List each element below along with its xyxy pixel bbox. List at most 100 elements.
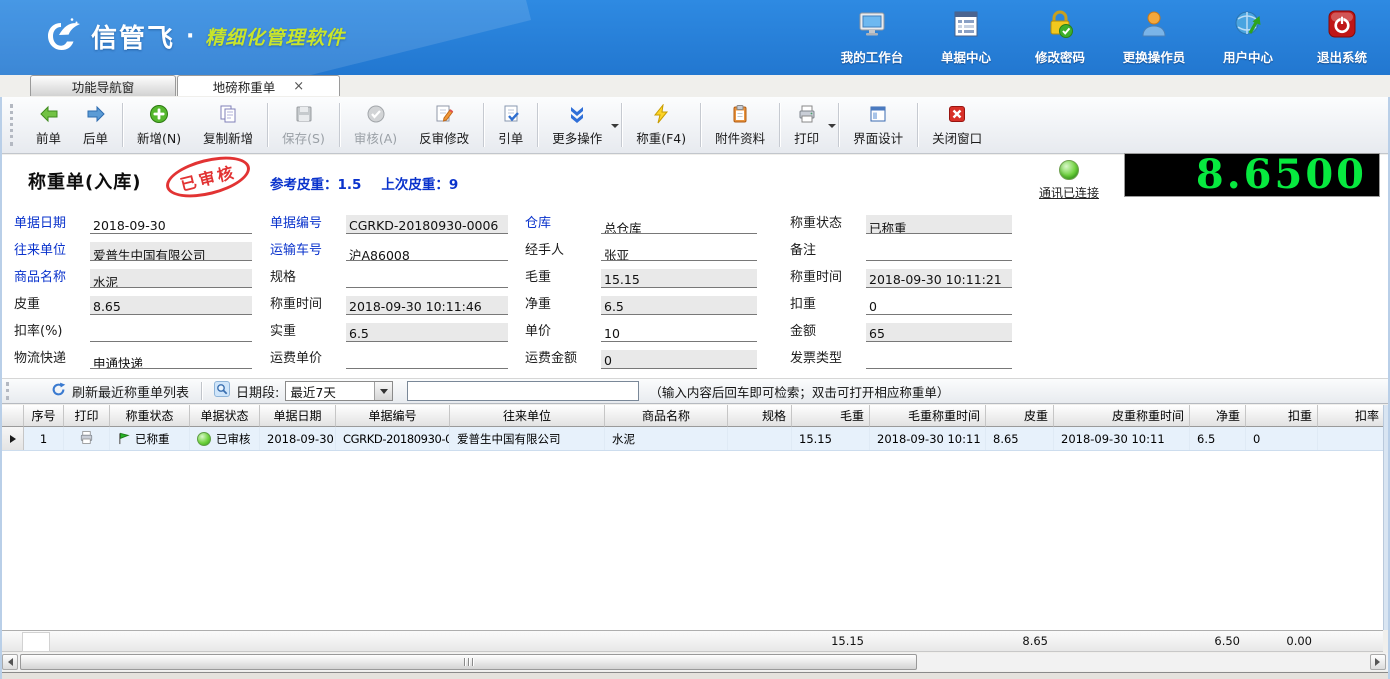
save-floppy-icon (294, 103, 314, 125)
field-label: 称重时间 (790, 270, 843, 285)
column-header[interactable]: 称重状态 (110, 405, 190, 427)
column-header[interactable]: 扣重 (1246, 405, 1318, 427)
field-label: 扣重 (790, 297, 817, 312)
column-header[interactable]: 皮重 (986, 405, 1054, 427)
deduct-weight-field[interactable]: 0 (866, 296, 1012, 315)
tab-label: 地磅称重单 (212, 79, 276, 95)
date-range-select[interactable]: 最近7天 (285, 381, 394, 401)
toolbar-separator (621, 103, 623, 147)
scrollbar-thumb[interactable] (20, 654, 917, 670)
tare-field: 8.65 (90, 296, 252, 315)
truck-number-field[interactable]: 沪A86008 (346, 242, 508, 261)
ui-design-button[interactable]: 界面设计 (842, 100, 914, 150)
prev-doc-button[interactable]: 前单 (25, 100, 72, 150)
unit-price-field[interactable]: 10 (601, 323, 757, 342)
column-header[interactable]: 打印 (64, 405, 110, 427)
tab-close-icon[interactable]: × (293, 80, 304, 93)
scroll-left-button[interactable] (2, 654, 18, 670)
warehouse-field[interactable]: 总仓库 (601, 215, 757, 234)
product-field: 水泥 (90, 269, 252, 288)
printer-icon (79, 430, 94, 448)
spec-field[interactable] (346, 269, 508, 288)
copy-new-button[interactable]: 复制新增 (192, 100, 264, 150)
header-menu-exit-system[interactable]: 退出系统 (1310, 9, 1374, 66)
search-icon (214, 381, 231, 401)
audit-button[interactable]: 审核(A) (343, 100, 408, 150)
column-header[interactable]: 单据编号 (336, 405, 450, 427)
tare-weigh-time-field: 2018-09-30 10:11:46 (346, 296, 508, 315)
scroll-right-button[interactable] (1370, 654, 1386, 670)
column-header[interactable]: 序号 (24, 405, 64, 427)
cell-net: 6.5 (1190, 427, 1246, 450)
reverse-audit-button[interactable]: 反审修改 (408, 100, 480, 150)
header-menu-doc-center[interactable]: 单据中心 (934, 9, 998, 66)
header-menu-label: 单据中心 (940, 50, 991, 65)
header-menu-user-center[interactable]: 用户中心 (1216, 9, 1280, 66)
refresh-list-button[interactable]: 刷新最近称重单列表 (51, 382, 189, 401)
field-label: 单据日期 (14, 216, 67, 231)
cell-doc-status: 已审核 (190, 427, 260, 450)
header-menu-label: 退出系统 (1316, 50, 1367, 65)
horizontal-scrollbar[interactable] (2, 653, 1388, 671)
refresh-icon (51, 382, 66, 401)
cell-tare-time: 2018-09-30 10:11 (1054, 427, 1190, 450)
header-menu-change-password[interactable]: 修改密码 (1028, 9, 1092, 66)
weigh-button[interactable]: 称重(F4) (625, 100, 697, 150)
import-doc-button[interactable]: 引单 (487, 100, 534, 150)
column-header[interactable]: 商品名称 (605, 405, 728, 427)
deduct-rate-field[interactable] (90, 323, 252, 342)
next-doc-button[interactable]: 后单 (72, 100, 119, 150)
close-window-button[interactable]: 关闭窗口 (921, 100, 993, 150)
field-label: 运费单价 (270, 351, 323, 366)
column-header[interactable]: 规格 (728, 405, 792, 427)
select-arrow-button[interactable] (374, 382, 393, 400)
check-circle-icon (366, 103, 386, 125)
header-menu-switch-operator[interactable]: 更换操作员 (1122, 9, 1186, 66)
page-title: 称重单(入库) (28, 172, 142, 193)
search-input[interactable] (407, 381, 640, 401)
new-doc-button[interactable]: 新增(N) (126, 100, 192, 150)
remark-field[interactable] (866, 242, 1012, 261)
scale-reading: 8.6500 (1195, 151, 1367, 198)
column-header[interactable]: 净重 (1190, 405, 1246, 427)
copy-icon (218, 103, 238, 125)
column-header[interactable]: 皮重称重时间 (1054, 405, 1190, 427)
comm-status-indicator[interactable]: 通讯已连接 (1024, 160, 1114, 201)
lightning-icon (651, 103, 671, 125)
green-flag-icon (117, 432, 130, 445)
logistics-field[interactable]: 申通快递 (90, 350, 252, 369)
column-header[interactable]: 毛重 (792, 405, 870, 427)
print-button[interactable]: 打印 (783, 100, 837, 150)
tab-weighbridge-ticket[interactable]: 地磅称重单 × (177, 75, 340, 96)
save-button[interactable]: 保存(S) (271, 100, 336, 150)
table-row[interactable]: 1 已称重 已审核 2018-09-30 CGRKD-20180930-0006… (2, 427, 1385, 451)
invoice-type-field[interactable] (866, 350, 1012, 369)
listbar-drag-handle[interactable] (6, 382, 13, 400)
freight-price-field[interactable] (346, 350, 508, 369)
app-window: 信管飞 · 精细化管理软件 我的工作台 单据中心 修改密码 更换操作员 用户中心… (0, 0, 1390, 679)
column-header[interactable]: 往来单位 (450, 405, 605, 427)
column-header[interactable]: 单据状态 (190, 405, 260, 427)
column-header[interactable]: 毛重称重时间 (870, 405, 986, 427)
doc-date-field[interactable]: 2018-09-30 (90, 215, 252, 234)
tab-function-nav[interactable]: 功能导航窗 (30, 75, 176, 96)
summary-deduct: 0.00 (1286, 634, 1312, 648)
gross-weight-field: 15.15 (601, 269, 757, 288)
tab-label: 功能导航窗 (71, 79, 135, 95)
attachments-button[interactable]: 附件资料 (704, 100, 776, 150)
toolbar-drag-handle[interactable] (10, 104, 17, 146)
column-header[interactable]: 扣率 (1318, 405, 1385, 427)
weigh-status-field: 已称重 (866, 215, 1012, 234)
cell-deduct: 0 (1246, 427, 1318, 450)
reference-tare-text: 参考皮重：1.5 (270, 177, 362, 193)
field-label: 仓库 (525, 216, 552, 231)
more-actions-button[interactable]: 更多操作 (541, 100, 620, 150)
header-menu-workspace[interactable]: 我的工作台 (840, 9, 904, 66)
toolbar-separator (537, 103, 539, 147)
toolbar-separator (122, 103, 124, 147)
toolbar-separator (779, 103, 781, 147)
brand-tagline: 精细化管理软件 (205, 26, 346, 49)
summary-net: 6.50 (1214, 634, 1240, 648)
column-header[interactable]: 单据日期 (260, 405, 336, 427)
handler-field[interactable]: 张亚 (601, 242, 757, 261)
